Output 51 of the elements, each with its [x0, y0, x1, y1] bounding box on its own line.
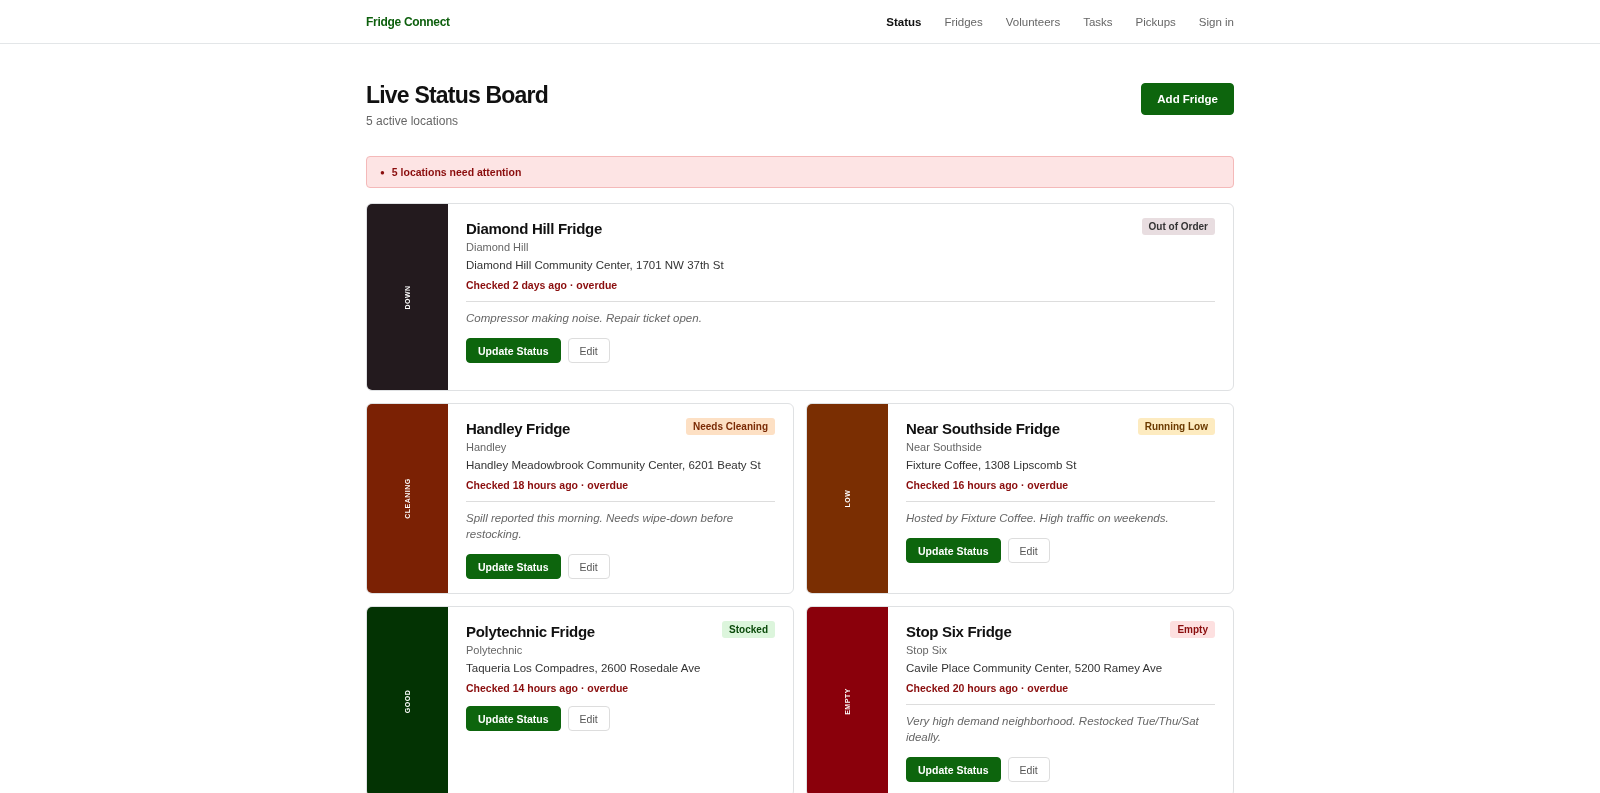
edit-button[interactable]: Edit: [1007, 538, 1050, 563]
neighborhood: Stop Six: [906, 644, 948, 656]
edit-button[interactable]: Edit: [567, 706, 610, 731]
update-status-button[interactable]: Update Status: [906, 538, 1001, 563]
address: Taqueria Los Compadres, 2600 Rosedale Ave: [466, 662, 702, 674]
edit-button[interactable]: Edit: [567, 554, 610, 579]
status-badge: Stocked: [722, 621, 775, 638]
address: Cavile Place Community Center, 5200 Ramey Ave: [906, 662, 1164, 674]
fridge-name: Polytechnic Fridge: [466, 622, 595, 640]
last-checked: Checked 16 hours ago · overdue: [906, 479, 1070, 491]
fridge-note: Very high demand neighborhood. Restocked Tue/Thu/Sat ideally.: [906, 714, 1200, 745]
fridge-note: Hosted by Fixture Coffee. High traffic on weekends.: [906, 511, 1170, 526]
status-badge: Out of Order: [1141, 218, 1215, 235]
nav-link[interactable]: Fridges: [944, 15, 983, 28]
status-badge: Empty: [1170, 621, 1215, 638]
fridge-name: Diamond Hill Fridge: [466, 219, 602, 237]
nav-link[interactable]: Sign in: [1198, 15, 1234, 28]
nav-link[interactable]: Status: [886, 15, 922, 28]
last-checked: Checked 14 hours ago · overdue: [466, 682, 630, 694]
nav-link[interactable]: Volunteers: [1005, 15, 1061, 28]
last-checked: Checked 2 days ago · overdue: [466, 279, 619, 291]
address: Handley Meadowbrook Community Center, 6201 Beaty St: [466, 459, 762, 471]
fridge-note: Spill reported this morning. Needs wipe-down before restocking.: [466, 511, 735, 542]
fridge-name: Handley Fridge: [466, 419, 571, 437]
nav-link[interactable]: Tasks: [1083, 15, 1113, 28]
edit-button[interactable]: Edit: [1007, 757, 1050, 782]
alert-text: 5 locations need attention: [391, 166, 522, 178]
edit-button[interactable]: Edit: [567, 338, 610, 363]
brand-logo[interactable]: Fridge Connect: [366, 14, 450, 29]
fridge-note: Compressor making noise. Repair ticket open.: [466, 311, 703, 326]
update-status-button[interactable]: Update Status: [906, 757, 1001, 782]
fridge-name: Stop Six Fridge: [906, 622, 1012, 640]
status-badge: Running Low: [1137, 418, 1215, 435]
address: Fixture Coffee, 1308 Lipscomb St: [906, 459, 1078, 471]
update-status-button[interactable]: Update Status: [466, 338, 561, 363]
neighborhood: Handley: [466, 441, 508, 453]
nav-link[interactable]: Pickups: [1135, 15, 1176, 28]
last-checked: Checked 20 hours ago · overdue: [906, 682, 1070, 694]
status-badge: Needs Cleaning: [685, 418, 775, 435]
fridge-name: Near Southside Fridge: [906, 419, 1060, 437]
page-title: Live Status Board: [366, 81, 548, 110]
add-fridge-button[interactable]: Add Fridge: [1141, 83, 1234, 115]
neighborhood: Polytechnic: [466, 644, 524, 656]
update-status-button[interactable]: Update Status: [466, 706, 561, 731]
page-subtitle: 5 active locations: [366, 114, 460, 128]
last-checked: Checked 18 hours ago · overdue: [466, 479, 630, 491]
neighborhood: Diamond Hill: [466, 241, 530, 253]
bullet-icon: ●: [380, 167, 385, 177]
update-status-button[interactable]: Update Status: [466, 554, 561, 579]
address: Diamond Hill Community Center, 1701 NW 37th St: [466, 259, 725, 271]
neighborhood: Near Southside: [906, 441, 983, 453]
